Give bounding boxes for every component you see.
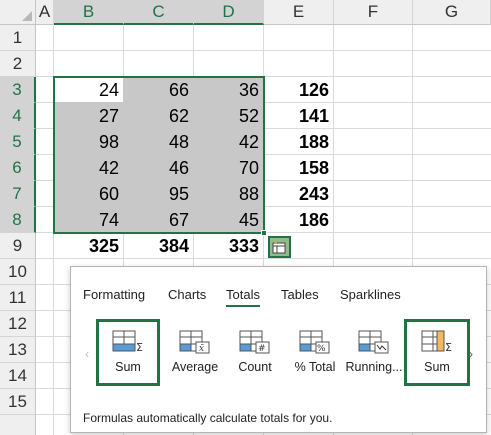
tab-charts[interactable]: Charts [168, 287, 206, 302]
percent-total-icon: % [299, 330, 330, 354]
row-header-15[interactable]: 15 [0, 389, 36, 415]
quick-analysis-button[interactable] [268, 236, 291, 258]
cell-e5[interactable]: 188 [264, 129, 333, 155]
cell-e7[interactable]: 243 [264, 181, 333, 207]
column-header-f[interactable]: F [334, 0, 413, 25]
fill-handle[interactable] [261, 230, 267, 236]
column-header-a[interactable]: A [36, 0, 54, 25]
svg-text:Σ: Σ [445, 341, 452, 354]
row-header-13[interactable]: 13 [0, 337, 36, 363]
row-header-11[interactable]: 11 [0, 285, 36, 311]
svg-text:#: # [258, 344, 266, 354]
tab-totals[interactable]: Totals [226, 287, 260, 307]
running-total-icon [358, 330, 389, 354]
cell-b9[interactable]: 325 [54, 233, 123, 259]
quick-analysis-icon [272, 240, 286, 254]
cell-d9[interactable]: 333 [194, 233, 263, 259]
tile-label: Count [238, 360, 272, 374]
row-header-4[interactable]: 4 [0, 103, 36, 129]
tile-label: Sum [424, 360, 450, 374]
row-header-10[interactable]: 10 [0, 259, 36, 285]
row-header-2[interactable]: 2 [0, 51, 36, 77]
svg-text:%: % [317, 344, 326, 354]
column-header-d[interactable]: D [194, 0, 264, 25]
tile-label: Sum [115, 360, 141, 374]
row-header-9[interactable]: 9 [0, 233, 36, 259]
cell-e6[interactable]: 158 [264, 155, 333, 181]
column-header-g[interactable]: G [413, 0, 491, 25]
scroll-left-icon[interactable]: ‹ [85, 347, 89, 361]
cell-c9[interactable]: 384 [124, 233, 193, 259]
row-header-3[interactable]: 3 [0, 77, 36, 103]
tile-label: Running... [345, 360, 403, 374]
column-header-c[interactable]: C [124, 0, 194, 25]
row-header-6[interactable]: 6 [0, 155, 36, 181]
select-all-corner[interactable] [0, 0, 36, 25]
column-header-b[interactable]: B [54, 0, 124, 25]
tile-sum-columns[interactable]: Σ Sum [404, 319, 470, 386]
tile-label: % Total [294, 360, 336, 374]
row-header-overflow [0, 415, 36, 435]
tile-count[interactable]: # Count [223, 322, 287, 386]
cell-e4[interactable]: 141 [264, 103, 333, 129]
sum-row-icon: Σ [112, 330, 143, 354]
tab-tables[interactable]: Tables [281, 287, 319, 302]
row-header-14[interactable]: 14 [0, 363, 36, 389]
svg-text:Σ: Σ [136, 341, 143, 354]
tab-formatting[interactable]: Formatting [83, 287, 145, 302]
tab-sparklines[interactable]: Sparklines [340, 287, 401, 302]
tile-label: Average [171, 360, 219, 374]
tile-sum-rows[interactable]: Σ Sum [96, 319, 160, 386]
quick-analysis-description: Formulas automatically calculate totals … [83, 411, 333, 425]
tile-percent-total[interactable]: % % Total [283, 322, 347, 386]
column-header-e[interactable]: E [264, 0, 334, 25]
select-all-triangle-icon [22, 11, 32, 21]
row-header-5[interactable]: 5 [0, 129, 36, 155]
svg-text:x̄: x̄ [199, 344, 204, 354]
tile-average[interactable]: x̄ Average [163, 322, 227, 386]
cell-e3[interactable]: 126 [264, 77, 333, 103]
row-header-8[interactable]: 8 [0, 207, 36, 233]
count-icon: # [239, 330, 270, 354]
row-header-12[interactable]: 12 [0, 311, 36, 337]
tile-running-total[interactable]: Running... [341, 322, 407, 386]
quick-analysis-popup: Formatting Charts Totals Tables Sparklin… [70, 266, 487, 433]
cell-e8[interactable]: 186 [264, 207, 333, 233]
selection-border [53, 76, 265, 234]
sum-column-icon: Σ [421, 330, 452, 354]
row-header-1[interactable]: 1 [0, 25, 36, 51]
average-icon: x̄ [179, 330, 210, 354]
row-header-7[interactable]: 7 [0, 181, 36, 207]
